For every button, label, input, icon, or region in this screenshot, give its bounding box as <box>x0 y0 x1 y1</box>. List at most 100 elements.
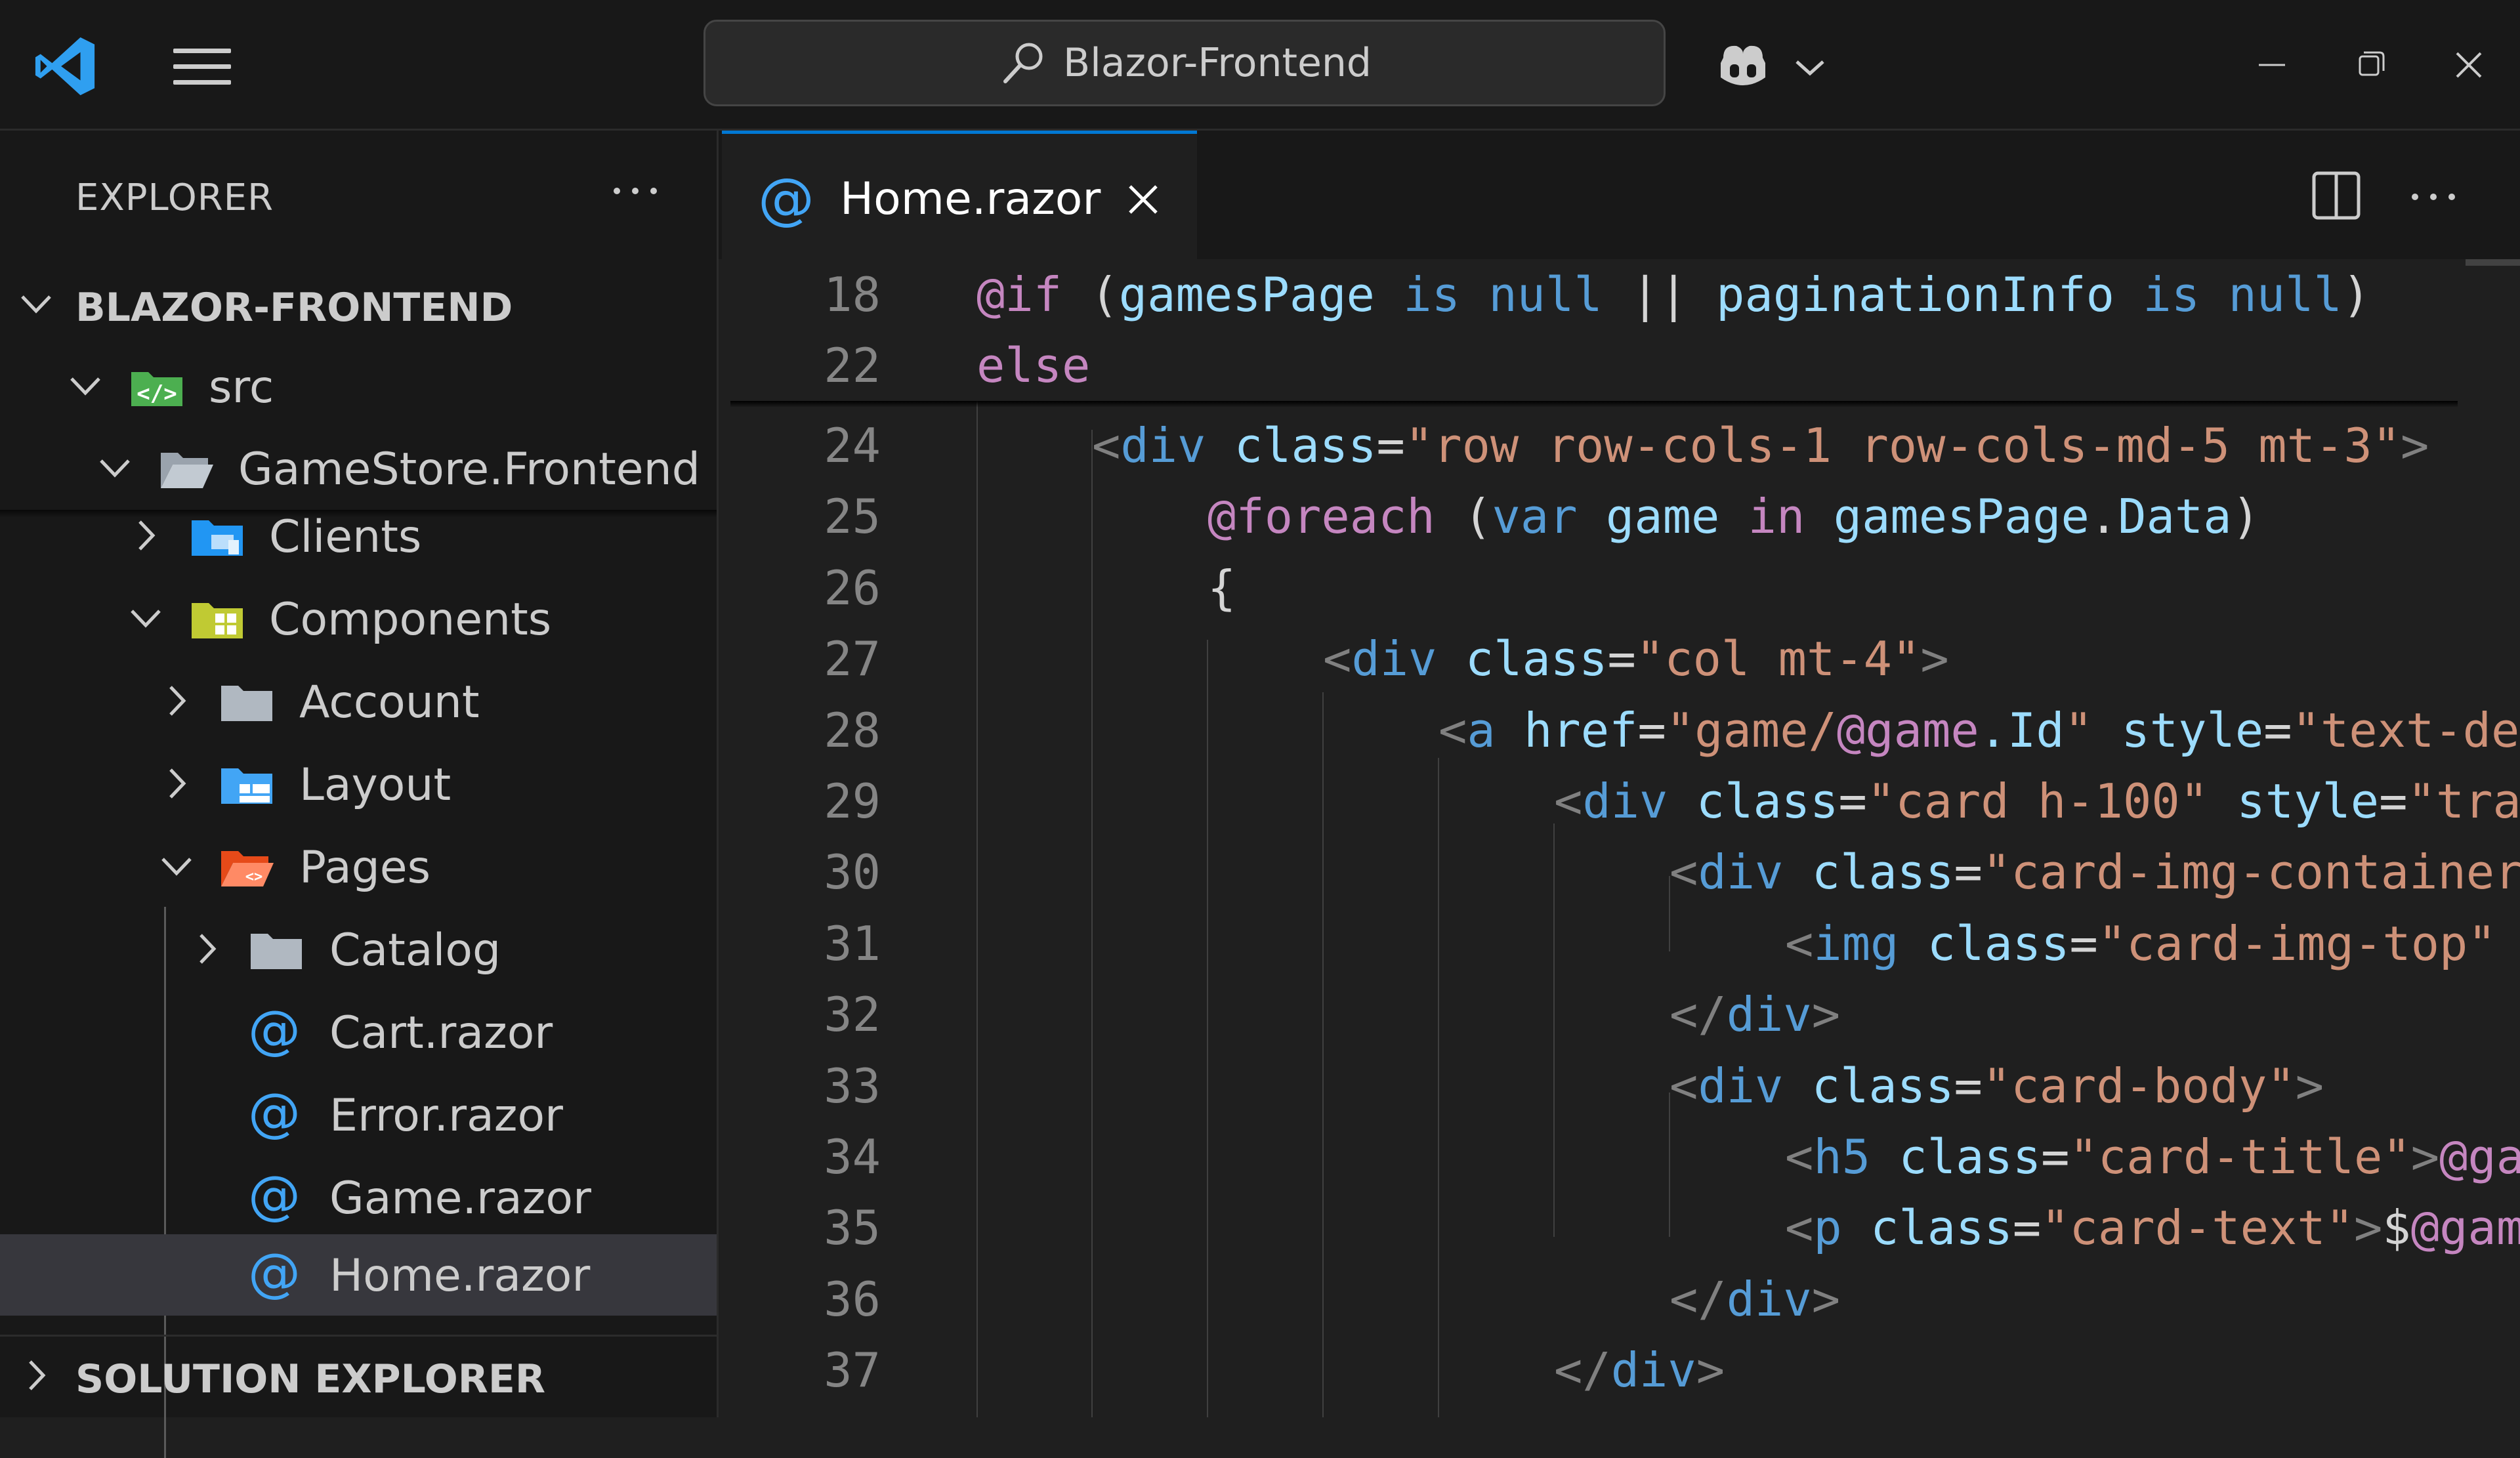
tab-label: Home.razor <box>840 173 1101 225</box>
code-line[interactable]: 24 <div class="row row-cols-1 row-cols-md… <box>719 410 2520 481</box>
svg-text:@: @ <box>248 1090 301 1142</box>
code-line[interactable]: 33 <div class="card-body"> <box>719 1051 2520 1121</box>
code-line[interactable]: 32 </div> <box>719 979 2520 1050</box>
line-number: 22 <box>824 338 881 393</box>
tree-item-home-razor[interactable]: @ Home.razor <box>0 1234 717 1316</box>
tree-item-label: Catalog <box>329 925 501 976</box>
chevron-down-icon <box>131 610 161 628</box>
code-editor[interactable]: 24 <div class="row row-cols-1 row-cols-md… <box>719 259 2520 1417</box>
code-line[interactable]: 29 <div class="card h-100" style="tra <box>719 766 2520 837</box>
razor-file-icon: @ <box>248 1090 301 1142</box>
razor-file-icon: @ <box>248 1007 301 1060</box>
line-number: 35 <box>824 1200 881 1256</box>
code-line[interactable]: 18 @if (gamesPage is null || paginationIn… <box>719 259 2520 330</box>
code-text: else <box>976 338 1091 393</box>
folder-icon <box>221 686 272 721</box>
code-line[interactable]: 35 <p class="card-text">$@gam <box>719 1192 2520 1263</box>
chevron-down-icon <box>100 459 130 478</box>
svg-text:@: @ <box>248 1173 301 1225</box>
split-editor-icon[interactable] <box>2310 169 2362 222</box>
code-text: <div class="card-img-container <box>1670 844 2520 900</box>
copilot-icon <box>1721 45 1765 85</box>
more-actions-icon[interactable] <box>609 178 662 204</box>
line-number: 24 <box>824 418 881 473</box>
tree-item-label: GameStore.Frontend <box>238 444 700 495</box>
code-text: <div class="col mt-4"> <box>1323 631 1949 687</box>
line-number: 26 <box>824 560 881 615</box>
solution-explorer-label: SOLUTION EXPLORER <box>75 1356 546 1402</box>
close-tab-icon[interactable] <box>1124 180 1163 219</box>
code-text: <div class="card h-100" style="tra <box>1554 774 2520 829</box>
line-number: 18 <box>824 267 881 322</box>
code-line[interactable]: 31 <img class="card-img-top" <box>719 908 2520 979</box>
svg-text:@: @ <box>758 173 814 230</box>
folder-open-icon <box>161 453 213 488</box>
tree-item-clients[interactable]: Clients <box>0 497 717 575</box>
tree-item-error-razor[interactable]: @ Error.razor <box>0 1075 717 1154</box>
code-text: </div> <box>1670 1271 1841 1327</box>
pages-folder-icon: <> <box>221 851 274 886</box>
code-text: { <box>1208 560 1236 615</box>
svg-text:@: @ <box>248 1007 301 1060</box>
chevron-right-icon <box>138 520 156 551</box>
tree-item-src[interactable]: </> src <box>0 347 717 426</box>
tree-item-label: Clients <box>269 511 422 563</box>
code-line[interactable]: 22 else <box>719 330 2520 401</box>
razor-file-icon: @ <box>248 1250 301 1302</box>
tree-item-components[interactable]: Components <box>0 579 717 658</box>
code-line[interactable]: 36 </div> <box>719 1264 2520 1335</box>
code-text: <img class="card-img-top" <box>1785 915 2496 971</box>
code-text: <a href="game/@game.Id" style="text-de <box>1438 702 2520 758</box>
restore-button[interactable] <box>2338 35 2403 94</box>
folder-icon <box>251 934 302 969</box>
search-icon <box>1003 43 1043 83</box>
command-center-search[interactable]: Blazor-Frontend <box>704 20 1666 106</box>
tree-item-label: Pages <box>299 842 431 894</box>
chevron-right-icon <box>169 768 186 799</box>
close-window-button[interactable] <box>2436 35 2502 94</box>
chevron-down-icon <box>161 858 192 876</box>
tree-root-blazor-frontend[interactable]: BLAZOR-FRONTEND <box>0 265 717 344</box>
copilot-button[interactable] <box>1710 33 1828 98</box>
more-actions-icon[interactable] <box>2407 184 2460 210</box>
line-number: 33 <box>824 1058 881 1114</box>
vscode-logo-icon <box>35 37 95 96</box>
line-number: 37 <box>824 1343 881 1398</box>
code-line[interactable]: 25 @foreach (var game in gamesPage.Data) <box>719 481 2520 552</box>
tree-item-account[interactable]: Account <box>0 662 717 741</box>
solution-explorer-section[interactable]: SOLUTION EXPLORER <box>0 1335 717 1415</box>
code-line[interactable]: 37 </div> <box>719 1335 2520 1406</box>
code-line[interactable]: 27 <div class="col mt-4"> <box>719 623 2520 694</box>
svg-text:<>: <> <box>245 869 263 885</box>
tree-item-game-razor[interactable]: @ Game.razor <box>0 1158 717 1237</box>
clients-folder-icon <box>192 520 243 556</box>
line-number: 25 <box>824 489 881 545</box>
chevron-right-icon <box>29 1360 46 1390</box>
chevron-right-icon <box>169 686 186 716</box>
tree-item-label: Home.razor <box>329 1250 591 1302</box>
explorer-title: EXPLORER <box>75 177 274 219</box>
tree-item-layout[interactable]: Layout <box>0 745 717 823</box>
tree-item-label: Account <box>299 677 480 728</box>
tree-item-catalog[interactable]: Catalog <box>0 910 717 989</box>
code-line[interactable]: 28 <a href="game/@game.Id" style="text-de <box>719 695 2520 766</box>
root-folder-label: BLAZOR-FRONTEND <box>75 285 513 331</box>
tree-item-label: Layout <box>299 759 452 811</box>
svg-text:@: @ <box>248 1250 301 1302</box>
tree-item-pages[interactable]: <> Pages <box>0 827 717 906</box>
tree-item-gamestore-frontend[interactable]: GameStore.Frontend <box>0 429 717 508</box>
tab-home-razor[interactable]: @ Home.razor <box>722 131 1197 259</box>
vertical-scrollbar[interactable] <box>2466 259 2520 266</box>
code-text: @foreach (var game in gamesPage.Data) <box>1208 489 2260 545</box>
code-line[interactable]: 34 <h5 class="card-title">@ga <box>719 1121 2520 1192</box>
code-line[interactable]: 30 <div class="card-img-container <box>719 837 2520 907</box>
sticky-scroll-shadow <box>730 401 2458 407</box>
code-line[interactable]: 26 { <box>719 552 2520 623</box>
line-number: 28 <box>824 702 881 758</box>
line-number: 29 <box>824 774 881 829</box>
tree-item-label: Components <box>269 594 552 646</box>
minimize-button[interactable] <box>2239 35 2305 94</box>
menu-button[interactable] <box>169 43 235 89</box>
tree-item-label: Cart.razor <box>329 1007 553 1059</box>
tree-item-cart-razor[interactable]: @ Cart.razor <box>0 993 717 1072</box>
